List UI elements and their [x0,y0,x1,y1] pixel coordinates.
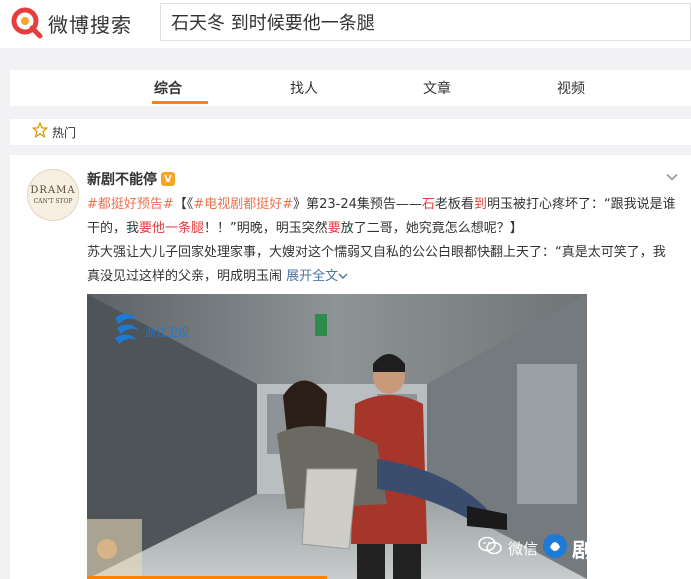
wechat-icon [478,536,502,560]
watermark-badge-icon [542,533,568,563]
tab-articles[interactable]: 文章 [423,78,451,98]
tab-people[interactable]: 找人 [290,78,318,98]
search-input[interactable]: 石天冬 到时候要他一条腿 [160,3,691,41]
watermark-text: 剧情奥秘 [572,537,657,562]
text-fragment: 放了二哥，她究竟怎么想呢？】 [340,221,523,236]
chevron-down-icon[interactable] [665,169,679,183]
avatar-text-line2: CAN'T STOP [33,198,73,205]
weibo-post-card: DRAMA CAN'T STOP 新剧不能停 V #都挺好预告#【《#电视剧都挺… [10,155,691,579]
tab-comprehensive[interactable]: 综合 [154,78,182,98]
logo-text: 微博搜索 [48,12,132,37]
avatar[interactable]: DRAMA CAN'T STOP [27,169,79,221]
avatar-text-line1: DRAMA [30,185,76,196]
top-bar: 微博搜索 石天冬 到时候要他一条腿 [0,0,691,48]
search-query: 石天冬 到时候要他一条腿 [171,13,375,34]
hot-filter[interactable]: 热门 [10,119,691,145]
channel-name: 浙江卫视 [145,325,189,339]
keyword-highlight: 石 [421,197,435,212]
text-fragment: 》第23-24集预告—— [293,197,422,212]
active-tab-indicator [152,101,208,104]
author-name-text: 新剧不能停 [87,172,157,188]
star-icon [32,122,48,142]
expand-label: 展开全文 [286,269,339,284]
text-fragment: ！！”明晚，明玉突然 [204,221,328,236]
chevron-down-icon [338,273,348,279]
hashtag-link[interactable]: #都挺好预告# [87,197,174,212]
wechat-watermark: 微信 剧情奥秘 [478,528,656,568]
tab-bar: 综合 找人 文章 视频 [10,70,691,106]
author-name[interactable]: 新剧不能停 V [87,169,175,189]
text-fragment: 苏大强让大儿子回家处理家事，大嫂对这个懦弱又自私的公公白眼都快翻上天了：“真是太… [87,245,666,284]
keyword-highlight: 要 [327,221,341,236]
keyword-highlight: 要他一条腿 [139,221,205,236]
expand-full-text-link[interactable]: 展开全文 [286,269,348,284]
keyword-highlight: 到 [473,197,487,212]
hashtag-link[interactable]: #电视剧都挺好# [193,197,293,212]
hot-label: 热门 [52,125,77,140]
weibo-search-logo[interactable]: 微博搜索 [10,6,132,40]
post-text: #都挺好预告#【《#电视剧都挺好#》第23-24集预告——石老板看到明玉被打心疼… [87,193,677,289]
search-logo-icon [10,6,44,40]
verified-badge-icon: V [161,172,175,186]
tab-videos[interactable]: 视频 [557,78,585,98]
text-fragment: 【《 [173,197,194,212]
watermark-prefix: 微信 [508,539,539,558]
text-fragment: 老板看 [434,197,474,212]
